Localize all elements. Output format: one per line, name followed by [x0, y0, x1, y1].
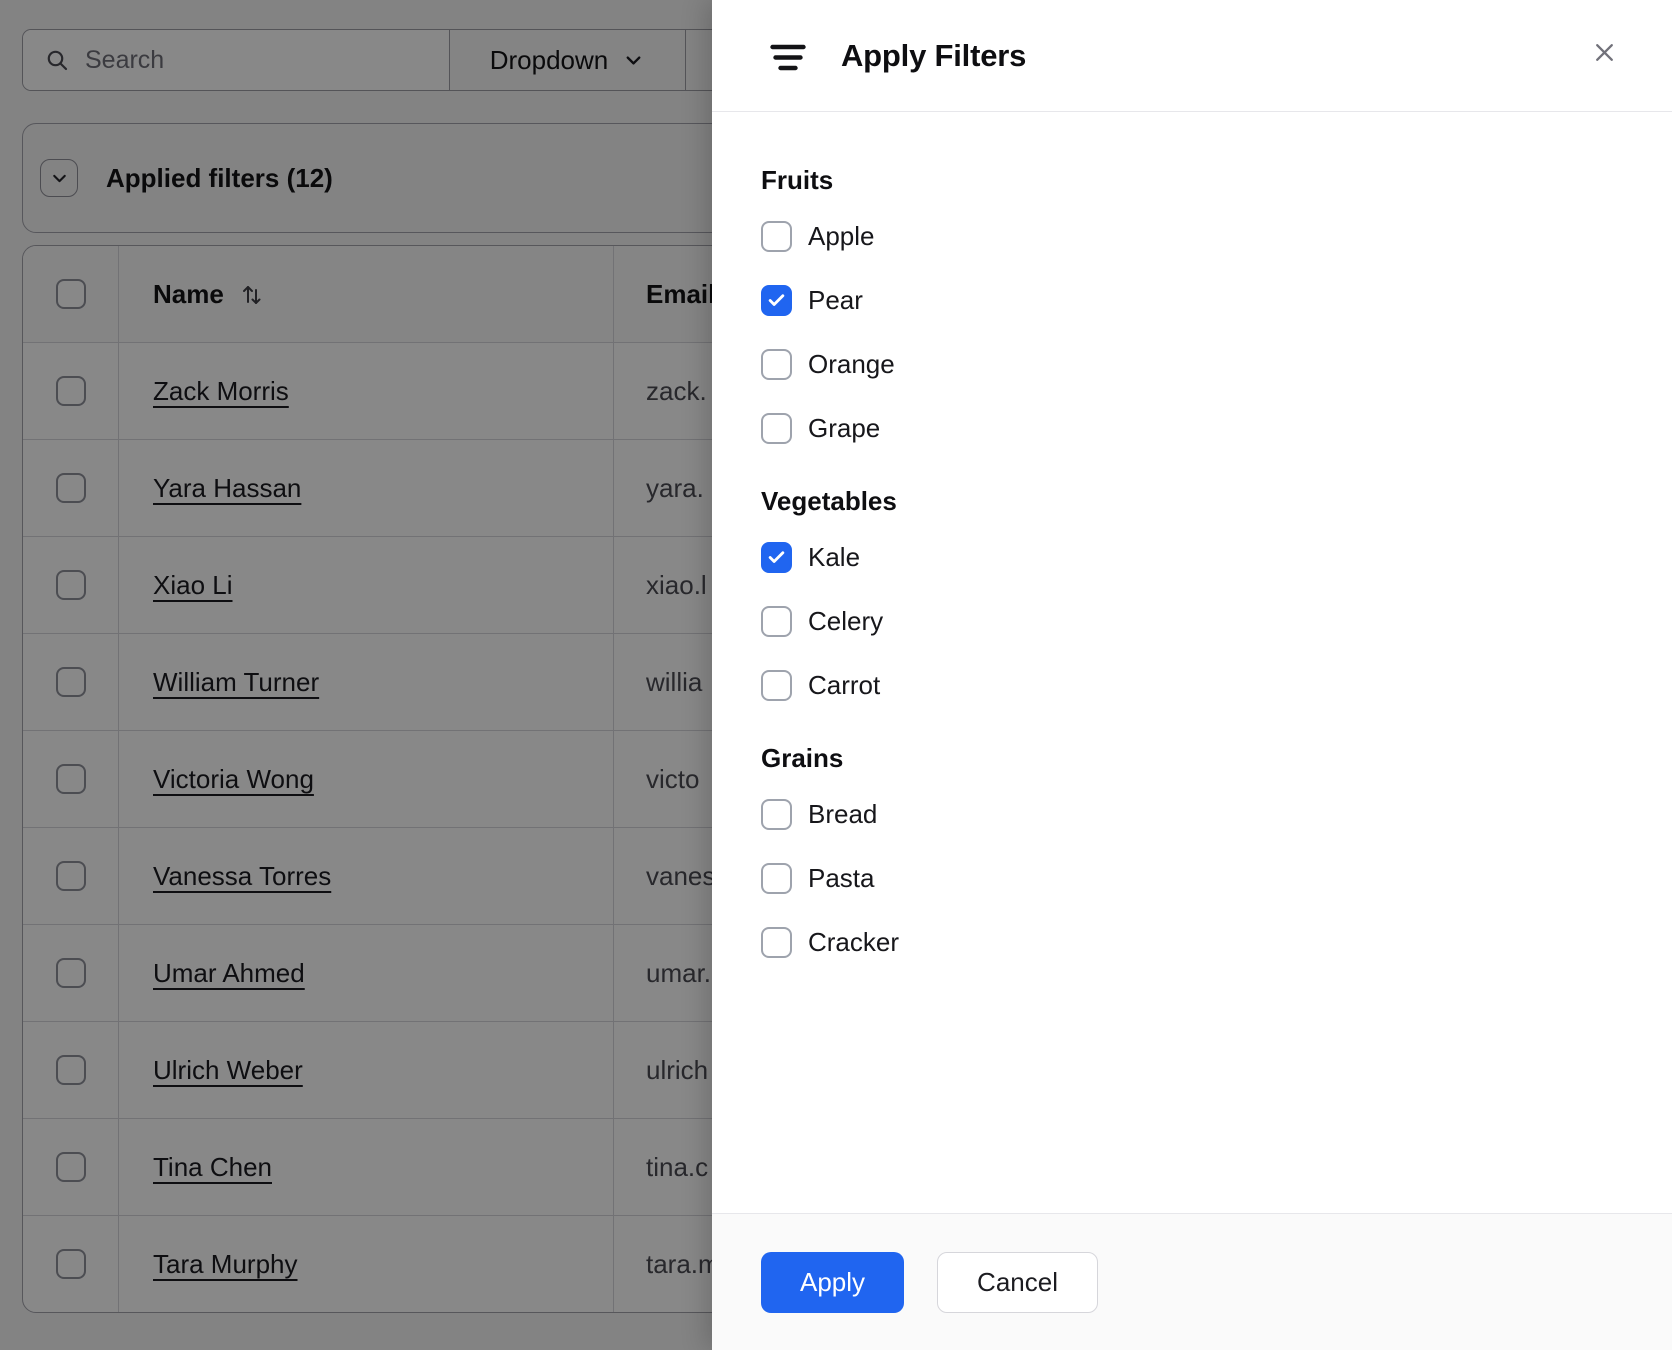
drawer-title: Apply Filters [841, 37, 1027, 73]
filter-option-label: Bread [808, 798, 878, 829]
check-icon [768, 550, 785, 563]
filter-drawer: Apply Filters Fruits Apple Pear Orange G… [712, 0, 1672, 1350]
filter-option[interactable]: Grape [761, 404, 1623, 452]
checkbox[interactable] [761, 348, 792, 380]
drawer-body: Fruits Apple Pear Orange Grape Vegetable… [712, 112, 1672, 1213]
checkbox[interactable] [761, 862, 792, 894]
filter-option-label: Celery [808, 605, 884, 636]
cancel-button[interactable]: Cancel [937, 1252, 1098, 1313]
drawer-header: Apply Filters [712, 0, 1672, 112]
checkbox[interactable] [761, 798, 792, 830]
filter-option[interactable]: Orange [761, 340, 1623, 388]
filter-option-label: Kale [808, 541, 861, 572]
filter-option[interactable]: Apple [761, 212, 1623, 260]
app-root: Dropdown Applied filters (12) Name E [0, 0, 1672, 1350]
checkbox[interactable] [761, 669, 792, 701]
check-icon [768, 293, 785, 306]
filter-option-label: Apple [808, 220, 875, 251]
checkbox[interactable] [761, 284, 792, 316]
drawer-footer: Apply Cancel [712, 1213, 1672, 1350]
apply-button[interactable]: Apply [761, 1252, 905, 1313]
filter-option-label: Carrot [808, 669, 881, 700]
close-button[interactable] [1582, 30, 1626, 74]
filter-option[interactable]: Bread [761, 790, 1623, 838]
checkbox[interactable] [761, 220, 792, 252]
filter-option[interactable]: Carrot [761, 661, 1623, 709]
checkbox[interactable] [761, 926, 792, 958]
section-heading: Vegetables [761, 486, 897, 516]
filter-option-label: Pasta [808, 862, 875, 893]
filter-option[interactable]: Cracker [761, 918, 1623, 966]
filter-option[interactable]: Kale [761, 533, 1623, 581]
filter-option[interactable]: Pear [761, 276, 1623, 324]
checkbox[interactable] [761, 541, 792, 573]
filter-option-label: Pear [808, 284, 863, 315]
section-heading: Grains [761, 743, 844, 773]
close-icon [1595, 43, 1613, 61]
section-heading: Fruits [761, 165, 834, 195]
filter-option-label: Orange [808, 348, 895, 379]
filter-section-vegetables: Vegetables Kale Celery Carrot [761, 483, 1623, 709]
filter-option[interactable]: Celery [761, 597, 1623, 645]
filter-option-label: Cracker [808, 926, 900, 957]
filter-option-label: Grape [808, 412, 881, 443]
filter-section-grains: Grains Bread Pasta Cracker [761, 740, 1623, 966]
filter-icon [770, 44, 806, 70]
checkbox[interactable] [761, 605, 792, 637]
checkbox[interactable] [761, 412, 792, 444]
filter-section-fruits: Fruits Apple Pear Orange Grape [761, 162, 1623, 452]
filter-option[interactable]: Pasta [761, 854, 1623, 902]
